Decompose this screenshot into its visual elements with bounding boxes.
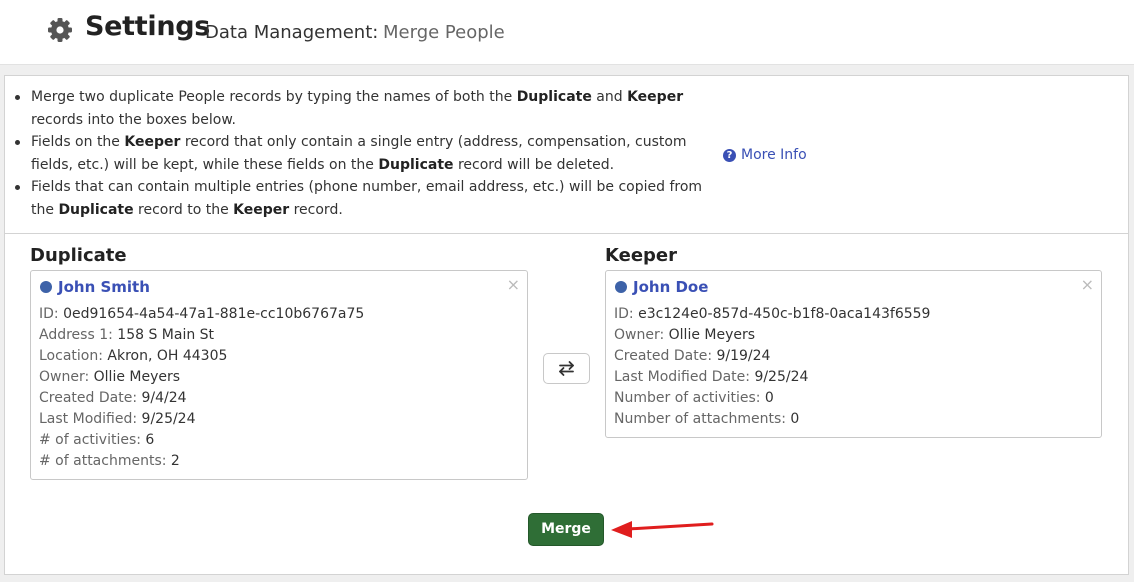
more-info-link[interactable]: ? More Info bbox=[723, 147, 807, 163]
detail-row: Created Date: 9/4/24 bbox=[39, 390, 187, 406]
merge-button[interactable]: Merge bbox=[528, 513, 604, 546]
detail-row: ID: e3c124e0-857d-450c-b1f8-0aca143f6559 bbox=[614, 306, 931, 322]
duplicate-details: ID: 0ed91654-4a54-47a1-881e-cc10b6767a75… bbox=[39, 304, 364, 472]
detail-row: Last Modified Date: 9/25/24 bbox=[614, 369, 809, 385]
breadcrumb-section: Data Management: bbox=[205, 22, 379, 43]
swap-records-button[interactable] bbox=[543, 353, 590, 384]
instruction-item: Merge two duplicate People records by ty… bbox=[11, 86, 727, 131]
swap-arrows-icon bbox=[559, 361, 574, 376]
detail-row: Location: Akron, OH 44305 bbox=[39, 348, 228, 364]
detail-row: # of attachments: 2 bbox=[39, 453, 180, 469]
detail-row: Created Date: 9/19/24 bbox=[614, 348, 771, 364]
detail-row: Owner: Ollie Meyers bbox=[614, 327, 756, 343]
keeper-record-card: John Doe × ID: e3c124e0-857d-450c-b1f8-0… bbox=[605, 270, 1102, 438]
keeper-details: ID: e3c124e0-857d-450c-b1f8-0aca143f6559… bbox=[614, 304, 930, 430]
question-circle-icon: ? bbox=[723, 149, 736, 162]
detail-row: Owner: Ollie Meyers bbox=[39, 369, 181, 385]
duplicate-record-name[interactable]: John Smith bbox=[40, 278, 150, 296]
close-icon[interactable]: × bbox=[507, 275, 520, 294]
duplicate-heading: Duplicate bbox=[30, 245, 127, 266]
detail-row: ID: 0ed91654-4a54-47a1-881e-cc10b6767a75 bbox=[39, 306, 365, 322]
instructions: Merge two duplicate People records by ty… bbox=[5, 76, 1128, 234]
instruction-item: Fields that can contain multiple entries… bbox=[11, 176, 727, 221]
detail-row: # of activities: 6 bbox=[39, 432, 155, 448]
instruction-list: Merge two duplicate People records by ty… bbox=[11, 86, 727, 221]
breadcrumb-page: Merge People bbox=[383, 22, 505, 43]
instruction-item: Fields on the Keeper record that only co… bbox=[11, 131, 727, 176]
keeper-heading: Keeper bbox=[605, 245, 678, 266]
merge-panel: Merge two duplicate People records by ty… bbox=[4, 75, 1129, 575]
detail-row: Last Modified: 9/25/24 bbox=[39, 411, 196, 427]
keeper-record-name[interactable]: John Doe bbox=[615, 278, 708, 296]
close-icon[interactable]: × bbox=[1081, 275, 1094, 294]
page-header: Settings Data Management: Merge People bbox=[0, 0, 1134, 65]
red-arrow-icon bbox=[611, 521, 714, 538]
person-icon bbox=[615, 281, 627, 293]
gear-icon bbox=[48, 18, 72, 42]
person-icon bbox=[40, 281, 52, 293]
detail-row: Address 1: 158 S Main St bbox=[39, 327, 215, 343]
page-title: Settings bbox=[85, 11, 211, 42]
duplicate-record-card: John Smith × ID: 0ed91654-4a54-47a1-881e… bbox=[30, 270, 528, 480]
detail-row: Number of activities: 0 bbox=[614, 390, 774, 406]
detail-row: Number of attachments: 0 bbox=[614, 411, 800, 427]
